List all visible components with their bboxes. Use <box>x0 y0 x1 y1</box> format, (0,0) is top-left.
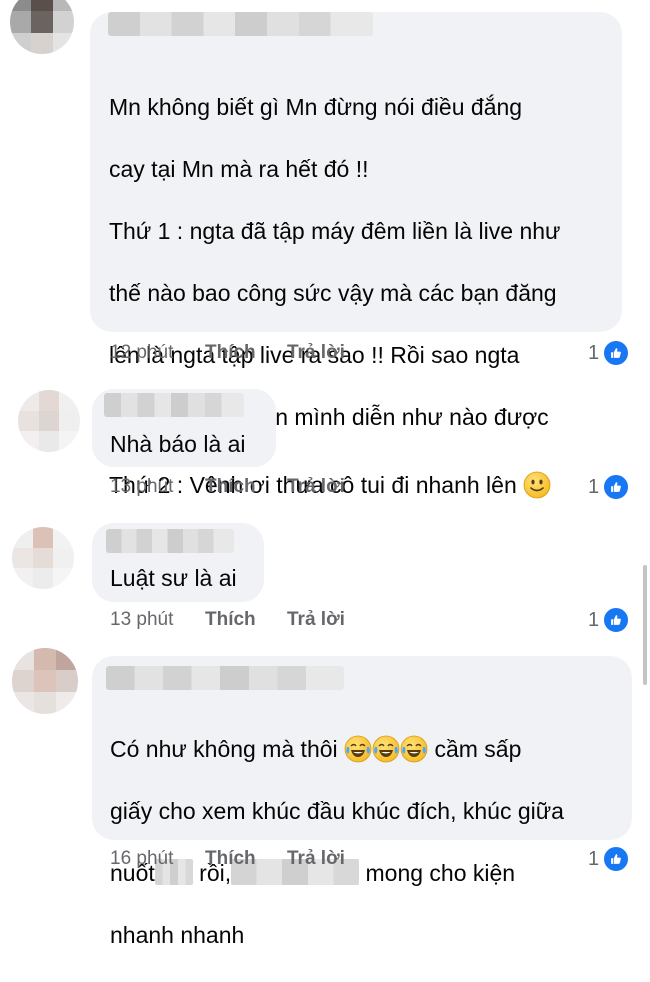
face-with-tears-of-joy-icon <box>372 735 400 763</box>
avatar[interactable] <box>10 0 74 54</box>
slightly-smiling-face-icon <box>523 471 551 499</box>
commenter-name[interactable] <box>104 393 244 417</box>
comment-time[interactable]: 16 phút <box>110 848 205 870</box>
thumbs-up-icon <box>602 473 631 501</box>
reply-button[interactable]: Trả lời <box>287 342 345 364</box>
comment-meta: 13 phút Thích Trả lời <box>110 607 345 633</box>
avatar[interactable] <box>12 527 74 589</box>
reaction-count: 1 <box>588 475 600 498</box>
avatar[interactable] <box>18 390 80 452</box>
commenter-name[interactable] <box>108 12 373 36</box>
reaction-summary[interactable]: 1 <box>588 845 631 873</box>
reply-button[interactable]: Trả lời <box>287 848 345 870</box>
thumbs-up-icon <box>602 339 631 367</box>
comment-text: Luật sư là ai <box>110 565 237 591</box>
comment-time[interactable]: 13 phút <box>110 609 205 631</box>
like-button[interactable]: Thích <box>205 609 287 631</box>
comment-meta: 16 phút Thích Trả lời <box>110 846 345 872</box>
face-with-tears-of-joy-icon <box>400 735 428 763</box>
comment-time[interactable]: 13 phút <box>110 476 205 498</box>
face-with-tears-of-joy-icon <box>344 735 372 763</box>
reaction-summary[interactable]: 1 <box>588 473 631 501</box>
thumbs-up-icon <box>602 606 631 634</box>
commenter-name[interactable] <box>106 529 234 553</box>
avatar[interactable] <box>12 648 78 714</box>
comment-time[interactable]: 12 phút <box>110 342 205 364</box>
reply-button[interactable]: Trả lời <box>287 476 345 498</box>
comment-meta: 13 phút Thích Trả lời <box>110 474 345 500</box>
reaction-count: 1 <box>588 341 600 364</box>
comment-bubble[interactable]: Có như không mà thôi cầm sấp giấy cho xe… <box>92 656 632 948</box>
commenter-name[interactable] <box>106 666 344 690</box>
reaction-count: 1 <box>588 847 600 870</box>
thumbs-up-icon <box>602 845 631 873</box>
scrollbar[interactable] <box>643 565 647 685</box>
comment-meta: 12 phút Thích Trả lời <box>110 340 345 366</box>
reaction-count: 1 <box>588 608 600 631</box>
like-button[interactable]: Thích <box>205 342 287 364</box>
comment-text: Có như không mà thôi cầm sấp giấy cho xe… <box>110 735 564 948</box>
comment-text: Nhà báo là ai <box>110 431 246 457</box>
like-button[interactable]: Thích <box>205 476 287 498</box>
reaction-summary[interactable]: 1 <box>588 339 631 367</box>
reaction-summary[interactable]: 1 <box>588 606 631 634</box>
like-button[interactable]: Thích <box>205 848 287 870</box>
reply-button[interactable]: Trả lời <box>287 609 345 631</box>
comment-bubble[interactable]: Nhà báo là ai <box>92 389 276 467</box>
comment-bubble[interactable]: Mn không biết gì Mn đừng nói điều đắng c… <box>90 12 622 332</box>
comment-bubble[interactable]: Luật sư là ai <box>92 523 264 602</box>
